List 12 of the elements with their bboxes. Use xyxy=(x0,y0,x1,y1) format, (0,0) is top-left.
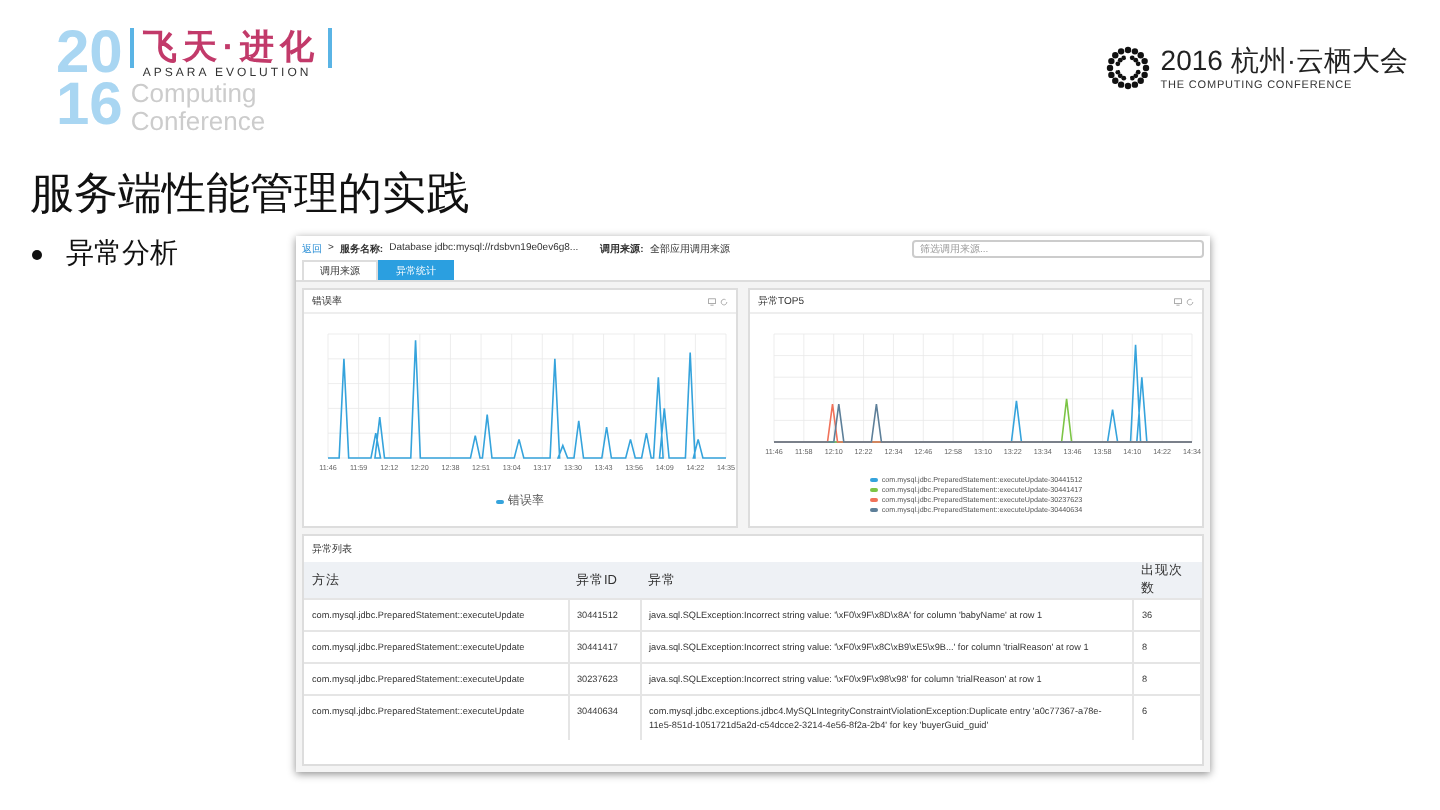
refresh-icon[interactable] xyxy=(720,297,728,305)
monitor-icon[interactable] xyxy=(1174,297,1182,305)
monitor-icon[interactable] xyxy=(708,297,716,305)
slide-title: 服务端性能管理的实践 xyxy=(30,168,472,220)
logo-year: 20 xyxy=(56,28,123,80)
refresh-icon[interactable] xyxy=(1186,297,1194,305)
logo-year: 16 xyxy=(56,80,123,132)
logo-title: 飞天·进化 xyxy=(130,28,333,68)
conference-title: 2016 杭州·云栖大会 xyxy=(1160,44,1408,80)
bullet-icon xyxy=(32,250,42,260)
bullet-text: 异常分析 xyxy=(66,236,178,272)
dotted-circle-icon xyxy=(1106,46,1151,90)
